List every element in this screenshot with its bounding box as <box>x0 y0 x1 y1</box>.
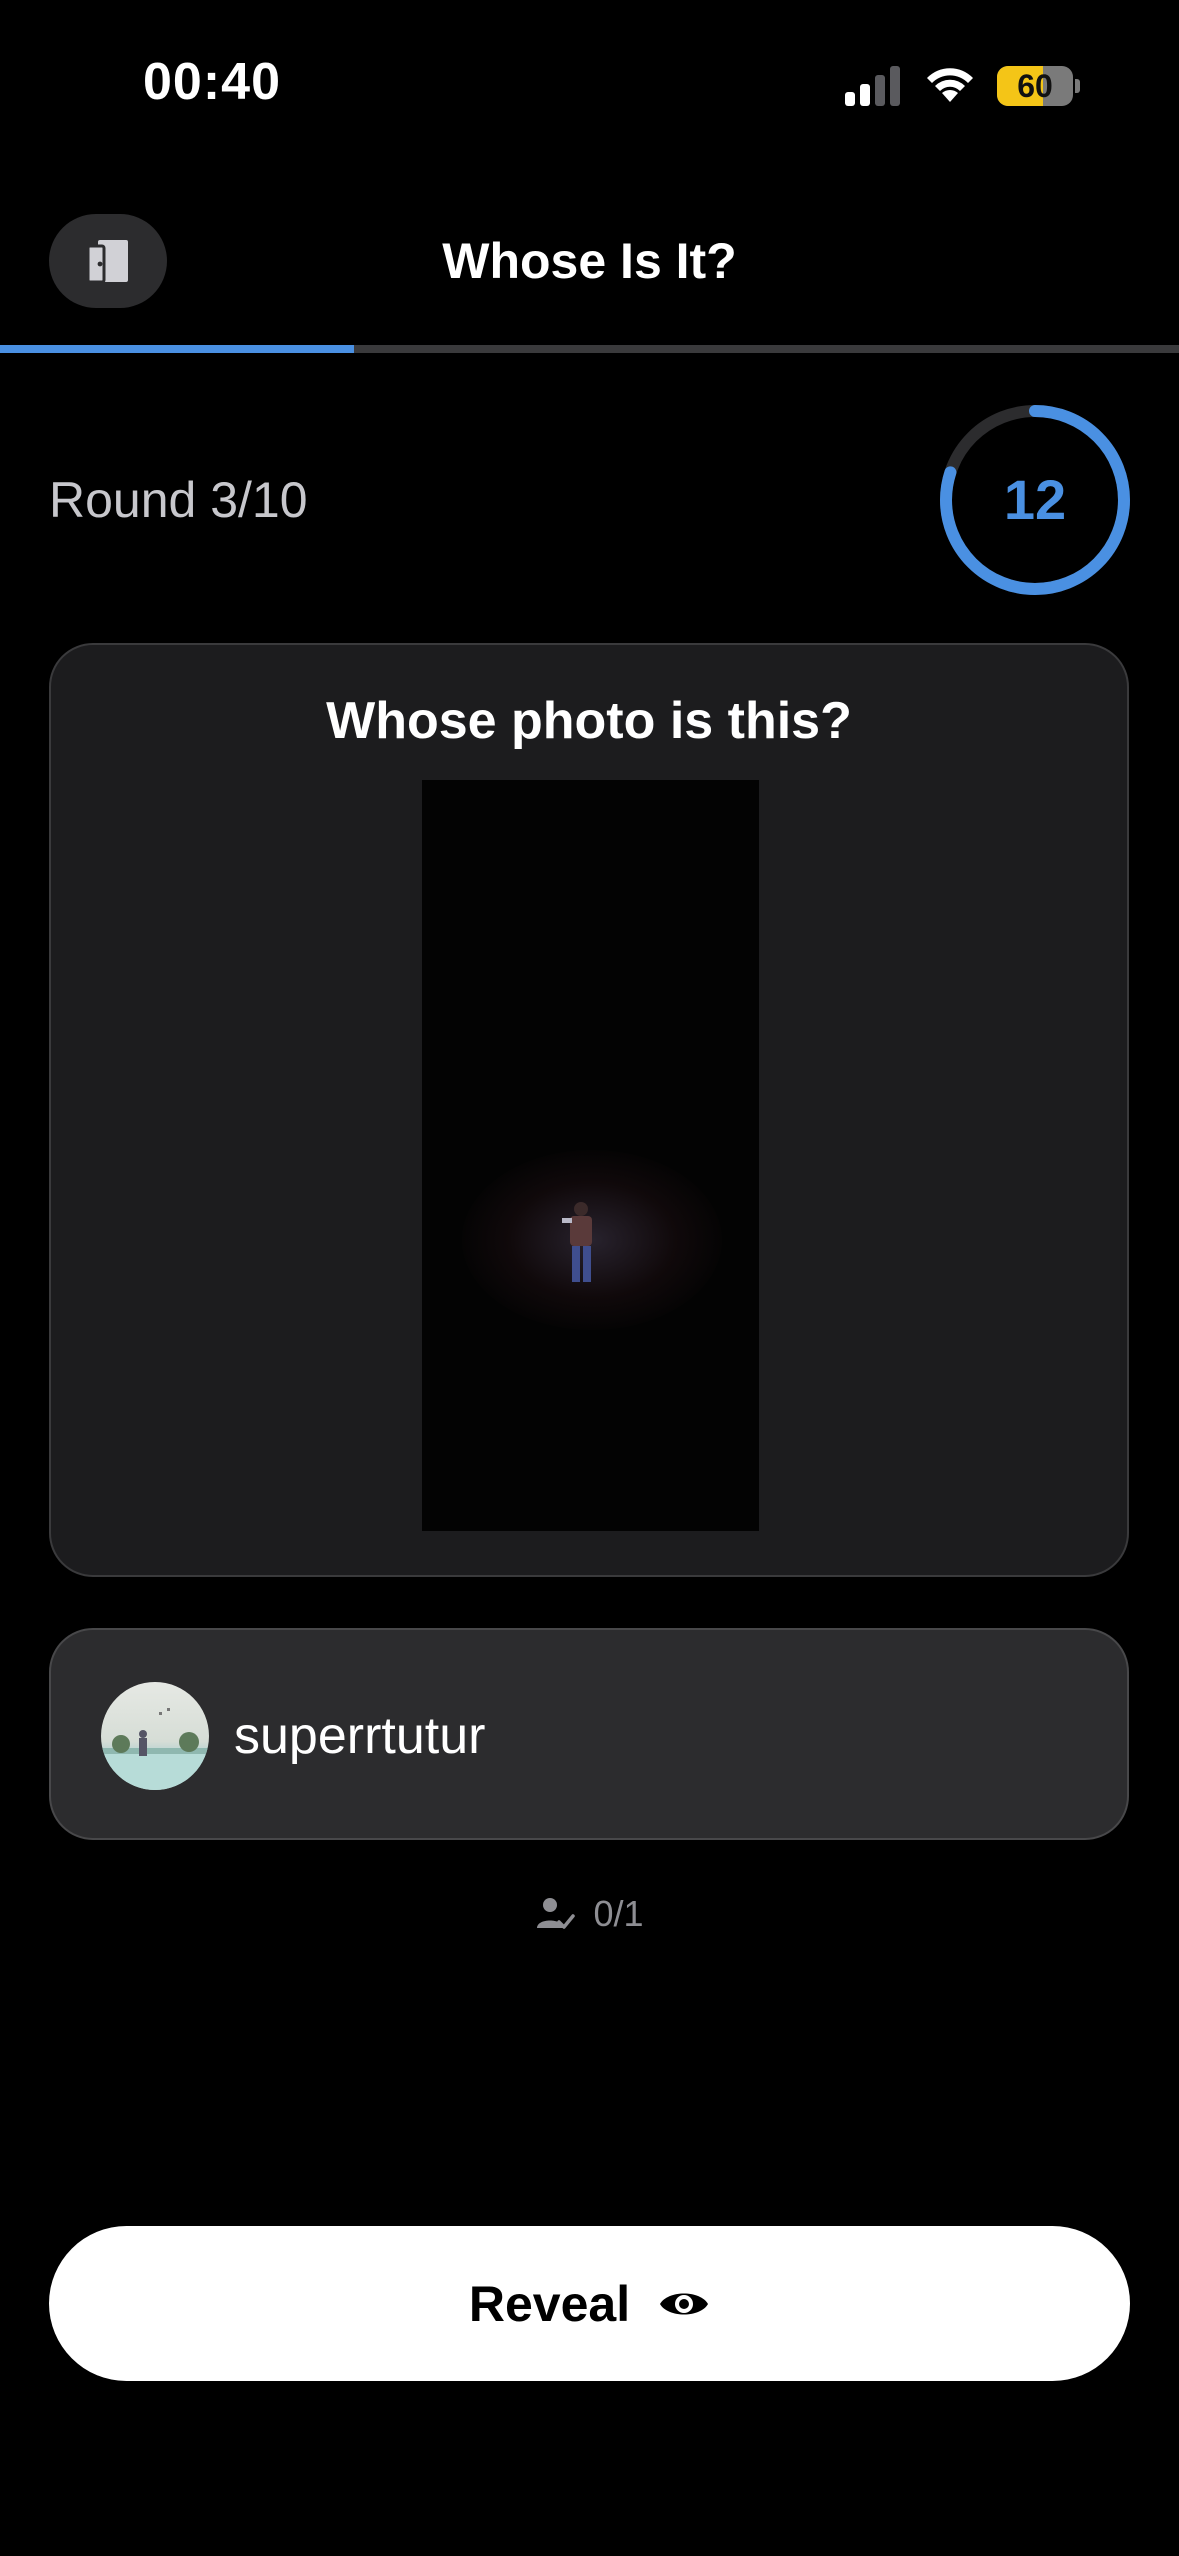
status-bar: 00:40 60 <box>0 0 1179 175</box>
countdown-timer: 12 <box>937 402 1133 598</box>
player-name: superrtutur <box>234 1707 486 1765</box>
cellular-signal-icon <box>845 66 900 106</box>
answer-count: 0/1 <box>0 1886 1179 1948</box>
question-card: Whose photo is this? <box>49 643 1129 1577</box>
answer-count-value: 0/1 <box>593 1893 644 1934</box>
round-progress-bar <box>0 345 1179 353</box>
player-option[interactable]: superrtutur <box>49 1628 1129 1840</box>
wifi-icon <box>927 68 973 102</box>
question-text: Whose photo is this? <box>326 692 852 750</box>
reveal-button-label: Reveal <box>468 2275 631 2332</box>
battery-icon: 60 <box>997 66 1080 106</box>
battery-level: 60 <box>1017 68 1053 104</box>
round-progress-fill <box>0 345 354 353</box>
reveal-button[interactable]: Reveal <box>49 2226 1130 2381</box>
avatar <box>101 1682 209 1790</box>
person-check-icon <box>537 1898 576 1929</box>
page-title: Whose Is It? <box>442 233 737 289</box>
timer-value: 12 <box>1003 468 1067 531</box>
round-label: Round 3/10 <box>49 472 308 528</box>
eye-icon <box>660 2293 709 2314</box>
mystery-photo <box>422 780 759 1531</box>
status-time: 00:40 <box>143 53 281 111</box>
